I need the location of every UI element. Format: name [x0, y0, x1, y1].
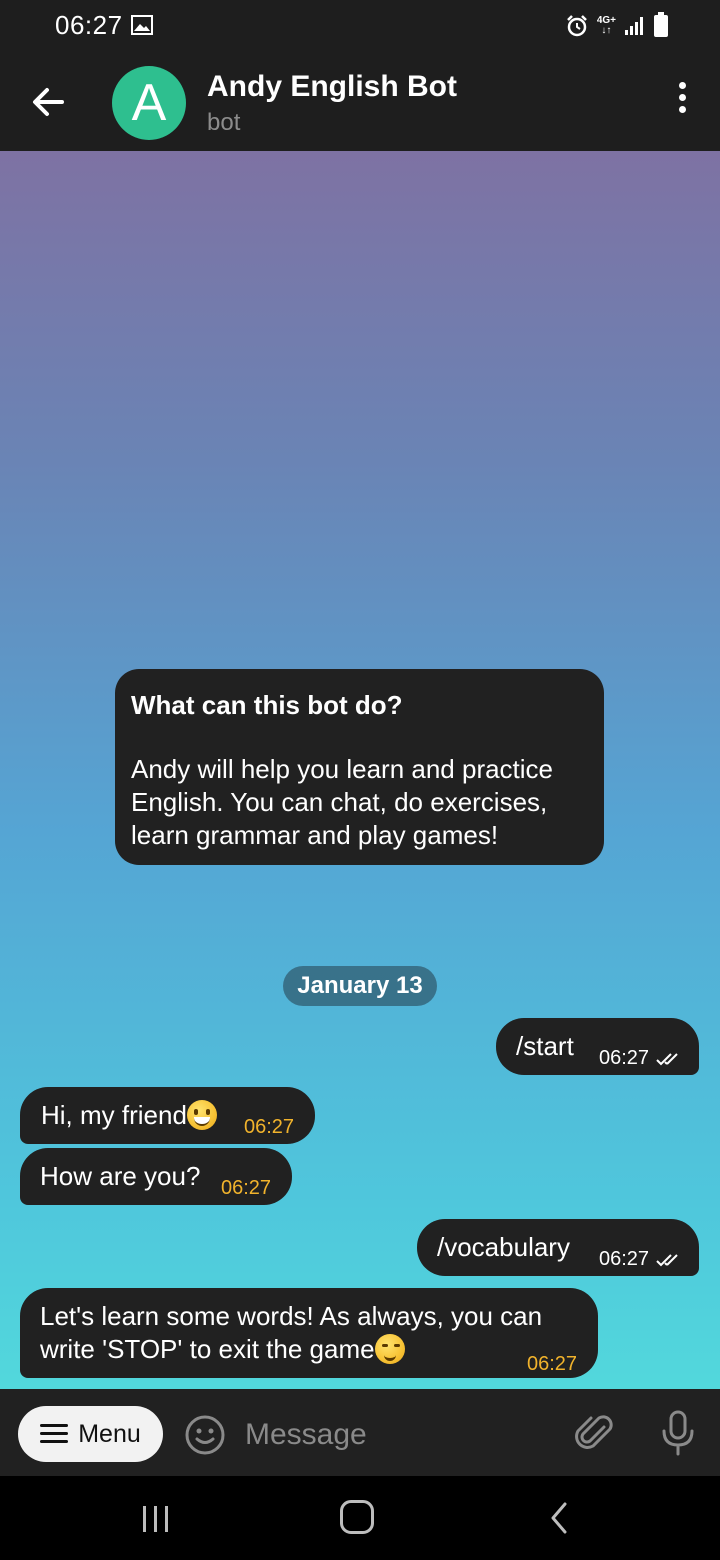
double-check-icon	[656, 1052, 678, 1065]
chat-title[interactable]: Andy English Bot	[207, 70, 457, 104]
outgoing-message[interactable]: /vocabulary 06:27	[417, 1219, 699, 1276]
message-time: 06:27	[527, 1353, 578, 1375]
network-type-label: 4G+	[596, 15, 616, 26]
message-text: Hi, my friend	[41, 1099, 217, 1132]
emoji-icon[interactable]	[184, 1414, 226, 1456]
chat-subtitle: bot	[207, 109, 241, 136]
message-text: /vocabulary	[437, 1232, 570, 1262]
incoming-message[interactable]: Hi, my friend 06:27	[20, 1087, 315, 1144]
double-check-icon	[656, 1253, 678, 1266]
message-text-content: write 'STOP' to exit the game	[40, 1334, 375, 1364]
gallery-notification-icon	[131, 15, 153, 35]
message-time: 06:27	[599, 1047, 650, 1069]
message-text: /start	[516, 1031, 574, 1061]
grinning-face-emoji-icon	[186, 1100, 217, 1130]
outgoing-message[interactable]: /start 06:27	[496, 1018, 699, 1075]
message-meta: 06:27	[599, 1042, 685, 1075]
message-input-bar: Menu	[0, 1389, 720, 1476]
hamburger-icon	[40, 1424, 69, 1444]
alarm-icon	[566, 15, 587, 37]
status-icons: 4G+ ↓↑	[565, 12, 668, 40]
intro-title: What can this bot do?	[131, 690, 403, 720]
status-time: 06:27	[55, 10, 123, 40]
bot-intro-card: What can this bot do? Andy will help you…	[115, 669, 604, 865]
system-back-icon[interactable]	[545, 1500, 573, 1536]
battery-icon	[654, 12, 668, 37]
message-text-content: Hi, my friend	[41, 1100, 187, 1130]
message-time: 06:27	[221, 1177, 272, 1199]
network-type-icon: 4G+ ↓↑	[596, 15, 616, 36]
menu-button[interactable]: Menu	[18, 1406, 163, 1462]
avatar[interactable]: A	[112, 66, 186, 140]
winking-face-emoji-icon	[374, 1334, 405, 1364]
incoming-message[interactable]: Let's learn some words! As always, you c…	[20, 1288, 598, 1378]
status-bar: 06:27 4G+ ↓↑	[0, 0, 720, 52]
system-navigation-bar	[0, 1476, 720, 1560]
message-text-line-1: Let's learn some words! As always, you c…	[40, 1301, 543, 1331]
more-options-icon[interactable]	[674, 82, 690, 122]
signal-icon	[625, 17, 643, 35]
message-time: 06:27	[244, 1116, 295, 1138]
message-time: 06:27	[599, 1248, 650, 1270]
message-text-line-2: write 'STOP' to exit the game	[40, 1333, 405, 1366]
message-input[interactable]	[245, 1413, 545, 1457]
date-separator: January 13	[283, 966, 437, 1006]
intro-body: Andy will help you learn and practice En…	[131, 754, 554, 850]
back-arrow-icon[interactable]	[28, 82, 68, 122]
chat-header: A Andy English Bot bot	[0, 52, 720, 151]
message-text: How are you?	[40, 1161, 201, 1191]
microphone-icon[interactable]	[658, 1409, 698, 1457]
home-icon[interactable]	[340, 1500, 374, 1534]
recent-apps-icon[interactable]	[140, 1504, 172, 1534]
message-meta: 06:27	[599, 1243, 685, 1276]
chat-area[interactable]: What can this bot do? Andy will help you…	[0, 151, 720, 1389]
menu-button-label: Menu	[78, 1419, 141, 1448]
attachment-icon[interactable]	[574, 1413, 616, 1455]
incoming-message[interactable]: How are you? 06:27	[20, 1148, 292, 1205]
